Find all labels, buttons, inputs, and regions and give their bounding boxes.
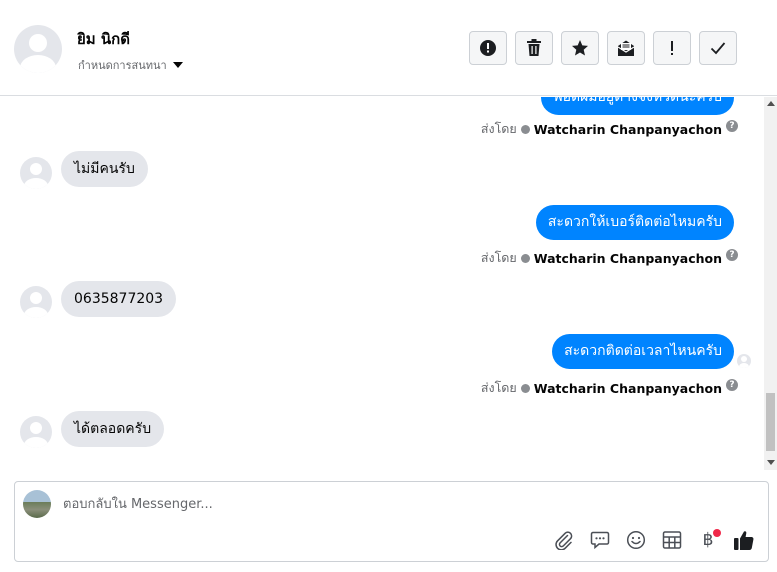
table-icon (662, 531, 682, 549)
composer-toolbar: ฿ (552, 528, 756, 552)
trash-icon (527, 39, 541, 56)
help-icon[interactable]: ? (726, 249, 738, 261)
verified-icon (520, 383, 530, 393)
envelope-open-icon (617, 40, 635, 56)
attach-button[interactable] (552, 528, 576, 552)
seen-avatar-icon (737, 354, 751, 368)
contact-avatar-small (20, 286, 52, 318)
check-icon (710, 42, 726, 55)
reply-composer: ฿ (14, 481, 769, 562)
conversation-toolbar (469, 31, 737, 65)
mark-unread-button[interactable] (607, 31, 645, 65)
sent-by-label: ส่งโดย (480, 250, 517, 265)
sent-by-line: ส่งโดย Watcharin Chanpanyachon ? (480, 248, 738, 268)
conversation-header: ยิม นิกดี กำหนดการสนทนา (0, 0, 777, 96)
delete-button[interactable] (515, 31, 553, 65)
help-icon[interactable]: ? (726, 379, 738, 391)
notification-dot (713, 529, 721, 537)
payment-button[interactable]: ฿ (696, 528, 721, 552)
contact-avatar[interactable] (14, 25, 62, 73)
scroll-up-arrow-icon[interactable] (767, 101, 775, 106)
outgoing-message[interactable]: สะดวกให้เบอร์ติดต่อไหมครับ (535, 205, 734, 240)
verified-icon (520, 253, 530, 263)
incoming-message[interactable]: 0635877203 (61, 281, 177, 317)
help-icon[interactable]: ? (726, 120, 738, 132)
exclamation-icon (671, 41, 673, 55)
star-button[interactable] (561, 31, 599, 65)
thumbs-up-icon (734, 531, 754, 550)
contact-avatar-small (20, 157, 52, 189)
sent-by-line: ส่งโดย Watcharin Chanpanyachon ? (480, 119, 738, 139)
thread-scrollbar[interactable] (764, 97, 777, 470)
emoji-icon (626, 530, 646, 550)
assign-conversation-dropdown[interactable]: กำหนดการสนทนา (78, 56, 183, 74)
emoji-button[interactable] (624, 528, 648, 552)
alert-circle-icon (480, 40, 496, 56)
scroll-down-arrow-icon[interactable] (767, 460, 775, 465)
baht-payment-icon: ฿ (702, 530, 714, 550)
saved-reply-button[interactable] (588, 528, 612, 552)
contact-avatar-small (20, 416, 52, 448)
follow-up-button[interactable] (653, 31, 691, 65)
caret-down-icon (172, 62, 183, 68)
incoming-message[interactable]: ได้ตลอดครับ (61, 411, 165, 447)
outgoing-message-partial[interactable]: พอดีผมอยู่ต่างจังหวัดน่ะครับ (541, 97, 734, 115)
reply-input[interactable] (63, 492, 663, 516)
star-icon (572, 40, 588, 56)
contact-name[interactable]: ยิม นิกดี (77, 27, 130, 51)
sent-by-label: ส่งโดย (480, 380, 517, 395)
sender-name: Watcharin Chanpanyachon (533, 380, 722, 396)
page-avatar (23, 490, 51, 518)
table-button[interactable] (660, 528, 684, 552)
message-thread: พอดีผมอยู่ต่างจังหวัดน่ะครับ ส่งโดย Watc… (0, 97, 764, 470)
sender-name: Watcharin Chanpanyachon (533, 250, 722, 266)
paperclip-icon (555, 531, 573, 550)
verified-icon (520, 124, 530, 134)
sender-name: Watcharin Chanpanyachon (533, 121, 722, 137)
scrollbar-thumb[interactable] (766, 393, 775, 451)
sent-by-label: ส่งโดย (480, 121, 517, 136)
like-button[interactable] (732, 528, 756, 552)
mark-done-button[interactable] (699, 31, 737, 65)
outgoing-message[interactable]: สะดวกติดต่อเวลาไหนครับ (552, 334, 734, 369)
spam-button[interactable] (469, 31, 507, 65)
saved-reply-icon (590, 531, 610, 550)
assign-label: กำหนดการสนทนา (78, 59, 167, 72)
incoming-message[interactable]: ไม่มีคนรับ (61, 151, 148, 187)
sent-by-line: ส่งโดย Watcharin Chanpanyachon ? (480, 378, 738, 398)
